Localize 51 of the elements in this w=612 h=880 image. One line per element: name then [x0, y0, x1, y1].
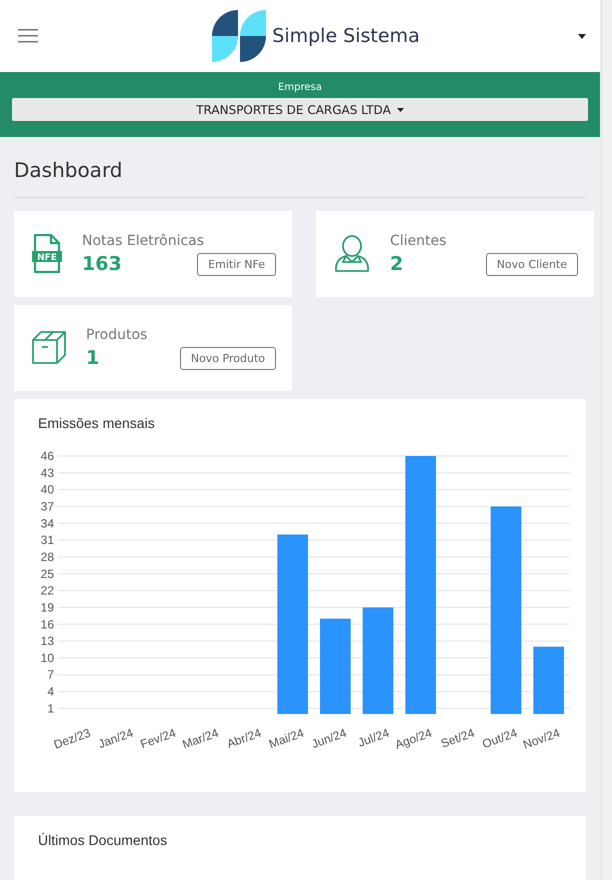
x-tick-label: Nov/24: [521, 726, 562, 752]
action-button[interactable]: Novo Produto: [180, 346, 276, 370]
count-value: 1: [86, 347, 100, 369]
y-tick-label: 1: [47, 701, 54, 716]
caret-icon[interactable]: [578, 34, 586, 38]
y-tick-label: 16: [40, 617, 54, 632]
y-tick-label: 46: [40, 449, 54, 463]
y-tick-label: 34: [40, 516, 54, 530]
card-title: Produtos: [86, 326, 148, 342]
x-tick-label: Set/24: [438, 726, 476, 751]
page-title: Dashboard: [14, 137, 586, 198]
x-tick-label: Mai/24: [267, 726, 306, 752]
x-tick-label: Dez/23: [52, 726, 92, 752]
y-tick-label: 43: [40, 466, 54, 480]
y-tick-label: 10: [40, 650, 54, 665]
y-tick-label: 22: [40, 584, 54, 598]
bar: [533, 646, 564, 714]
x-tick-label: Jan/24: [96, 726, 136, 752]
count-value: 163: [82, 253, 122, 275]
company-label: Empresa: [278, 82, 322, 93]
chart-title: Emissões mensais: [38, 415, 156, 431]
y-tick-label: 28: [40, 550, 54, 564]
y-tick-label: 31: [40, 533, 54, 548]
y-tick-label: 25: [40, 566, 54, 581]
menu-icon[interactable]: [18, 29, 38, 43]
icon-label: NFE: [37, 253, 57, 263]
person-icon: [334, 235, 370, 273]
y-tick-label: 40: [40, 482, 54, 497]
card-title: Últimos Documentos: [38, 832, 168, 848]
box-icon: [32, 331, 66, 365]
x-tick-label: Fev/24: [138, 726, 178, 752]
action-button[interactable]: Novo Cliente: [486, 252, 578, 276]
brand-name: Simple Sistema: [272, 25, 420, 47]
action-button[interactable]: Emitir NFe: [197, 252, 276, 276]
y-tick-label: 13: [40, 634, 54, 648]
y-tick-label: 4: [47, 684, 54, 699]
y-tick-label: 19: [40, 600, 54, 614]
card-title: Notas Eletrônicas: [82, 232, 206, 248]
x-tick-label: Abr/24: [225, 726, 264, 751]
x-tick-label: Out/24: [480, 726, 520, 752]
count-value: 2: [390, 253, 404, 275]
x-tick-label: Mar/24: [180, 726, 220, 752]
x-tick-label: Jul/24: [356, 726, 392, 750]
y-tick-label: 37: [40, 499, 54, 514]
logo-icon: [212, 9, 266, 63]
card-title: Clientes: [390, 232, 448, 248]
caret-icon: [396, 108, 404, 112]
y-tick-label: 7: [47, 668, 54, 682]
company-dropdown[interactable]: TRANSPORTES DE CARGAS LTDA: [12, 98, 588, 121]
document-icon: [32, 234, 62, 274]
x-tick-label: Jun/24: [310, 726, 348, 752]
